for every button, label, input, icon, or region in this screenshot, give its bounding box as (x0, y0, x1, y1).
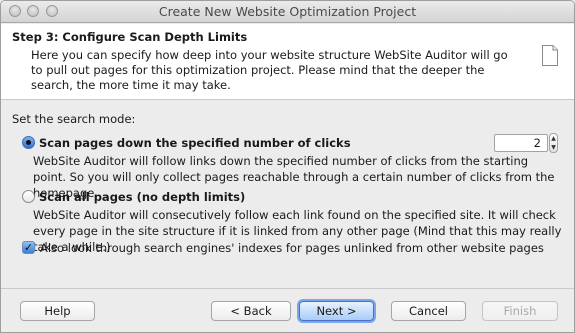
clicks-number-input[interactable]: 2 (494, 134, 548, 152)
back-button[interactable]: < Back (211, 301, 291, 321)
next-button[interactable]: Next > (299, 301, 374, 321)
finish-button[interactable]: Finish (482, 301, 558, 321)
scan-clicks-radio[interactable] (22, 136, 35, 149)
step-description: Here you can specify how deep into your … (31, 48, 508, 92)
window-title: Create New Website Optimization Project (158, 4, 417, 19)
scan-all-label[interactable]: Scan all pages (no depth limits) (39, 190, 245, 204)
chevron-down-icon[interactable]: ▼ (550, 143, 557, 152)
clicks-stepper[interactable]: ▲ ▼ (549, 133, 558, 153)
search-mode-label: Set the search mode: (12, 112, 136, 126)
scan-all-radio[interactable] (22, 190, 35, 203)
footer-divider (1, 288, 574, 289)
document-icon (542, 45, 558, 66)
wizard-window: Create New Website Optimization Project … (0, 0, 575, 333)
title-bar[interactable]: Create New Website Optimization Project (1, 1, 574, 23)
cancel-button[interactable]: Cancel (391, 301, 466, 321)
step-title: Step 3: Configure Scan Depth Limits (12, 30, 248, 44)
wizard-header: Step 3: Configure Scan Depth Limits Here… (1, 24, 574, 100)
scan-clicks-label[interactable]: Scan pages down the specified number of … (39, 136, 351, 150)
help-button[interactable]: Help (20, 301, 95, 321)
search-engines-checkbox[interactable]: ✓ (22, 241, 35, 254)
chevron-up-icon[interactable]: ▲ (550, 134, 557, 143)
search-engines-label[interactable]: Also look through search engines' indexe… (40, 241, 544, 255)
